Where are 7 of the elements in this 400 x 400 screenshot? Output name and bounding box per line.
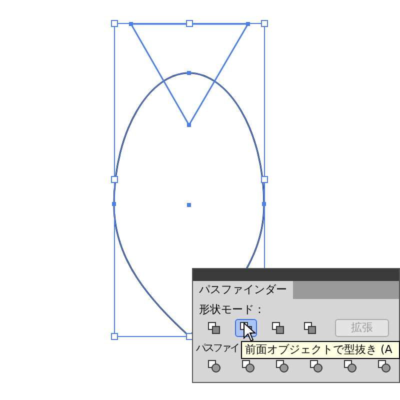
tooltip: 前面オブジェクトで型抜き (A xyxy=(241,341,400,359)
panel-tab[interactable]: パスファインダー xyxy=(193,281,293,299)
section-label: 形状モード： xyxy=(199,303,266,317)
section-label: パスファイ xyxy=(196,342,238,356)
bounding-box[interactable] xyxy=(111,20,268,340)
center-point xyxy=(187,203,191,207)
cursor-icon xyxy=(243,322,257,342)
